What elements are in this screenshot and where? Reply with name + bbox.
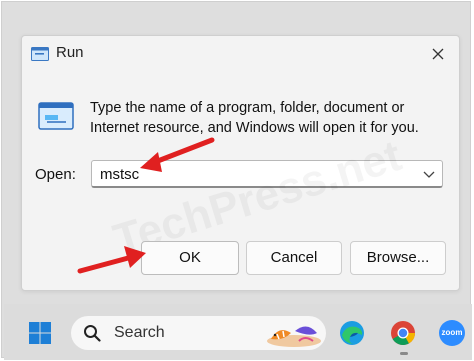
search-placeholder: Search <box>114 324 165 341</box>
run-dialog: Run Type the name of a program, folder, … <box>21 35 460 291</box>
open-input-value[interactable]: mstsc <box>100 166 139 183</box>
ok-button[interactable]: OK <box>141 241 239 275</box>
screenshot-frame: Run Type the name of a program, folder, … <box>1 1 472 360</box>
run-icon <box>31 47 49 61</box>
taskbar-search[interactable]: Search <box>71 316 326 350</box>
windows-start-icon[interactable] <box>28 321 52 345</box>
zoom-label: zoom <box>441 328 463 337</box>
run-program-icon <box>38 102 74 130</box>
title-bar: Run <box>22 36 459 72</box>
dialog-title: Run <box>56 44 84 61</box>
search-icon <box>84 325 101 342</box>
edge-icon[interactable] <box>338 319 366 347</box>
dialog-description: Type the name of a program, folder, docu… <box>90 100 419 136</box>
chevron-down-icon[interactable] <box>423 169 435 179</box>
search-highlight-illustration <box>267 326 321 347</box>
chrome-icon[interactable] <box>389 319 417 347</box>
close-button[interactable] <box>427 43 449 65</box>
open-label: Open: <box>35 166 76 183</box>
cancel-button[interactable]: Cancel <box>246 241 342 275</box>
active-app-indicator <box>400 352 408 355</box>
taskbar: Search zoom <box>4 304 472 360</box>
zoom-icon[interactable]: zoom <box>438 319 466 347</box>
browse-button[interactable]: Browse... <box>350 241 446 275</box>
open-combobox[interactable]: mstsc <box>91 160 443 188</box>
